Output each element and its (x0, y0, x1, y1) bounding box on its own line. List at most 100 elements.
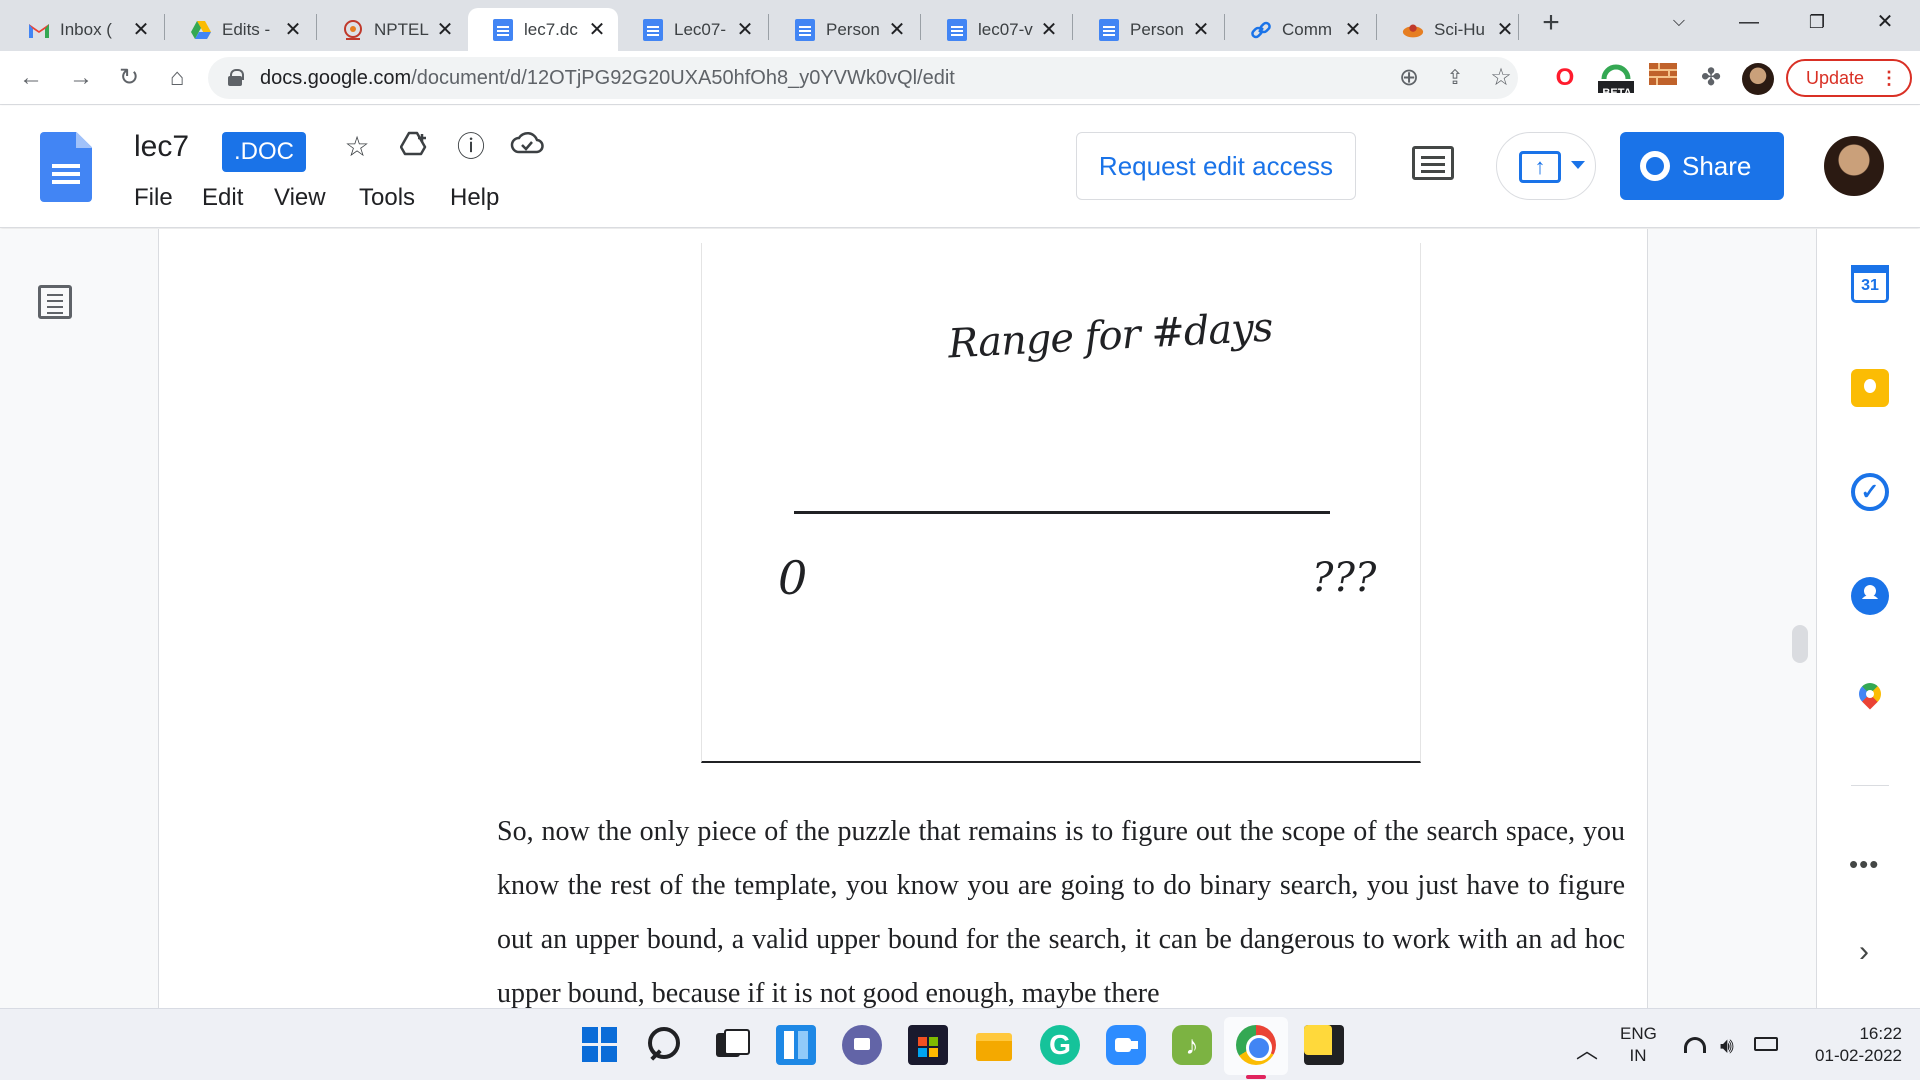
body-paragraph[interactable]: So, now the only piece of the puzzle tha… (497, 805, 1625, 1021)
more-options-icon[interactable]: ••• (1849, 849, 1879, 880)
update-label: Update (1806, 68, 1865, 88)
tab-label: Inbox ( (60, 19, 112, 39)
close-icon[interactable]: ✕ (130, 19, 152, 41)
new-tab-button[interactable]: + (1536, 8, 1566, 38)
close-icon[interactable]: ✕ (282, 19, 304, 41)
volume-icon[interactable]: 🔊︎ (1720, 1033, 1734, 1059)
tab-lec7-doc[interactable]: lec7.dc ✕ (468, 8, 618, 51)
minimize-button[interactable]: — (1726, 4, 1772, 40)
avatar[interactable] (1742, 63, 1774, 95)
menu-help[interactable]: Help (450, 184, 499, 212)
tab-label: Edits - (222, 19, 271, 39)
tab-search-button[interactable]: ⌵ (1656, 4, 1702, 40)
url-text[interactable]: docs.google.com/document/d/12OTjPG92G20U… (260, 57, 955, 99)
url-host: docs.google.com (260, 67, 412, 89)
tab-lec07[interactable]: Lec07- ✕ (618, 8, 766, 51)
back-arrow-icon[interactable]: ← (14, 61, 48, 95)
cloud-saved-icon[interactable] (510, 130, 544, 164)
task-view-icon[interactable] (712, 1025, 752, 1065)
tab-comm[interactable]: Comm ✕ (1226, 8, 1374, 51)
lock-icon[interactable] (228, 69, 244, 86)
reload-icon[interactable]: ↻ (112, 61, 146, 95)
language-indicator[interactable]: ENG IN (1620, 1023, 1657, 1067)
vertical-scrollbar[interactable] (1792, 625, 1808, 663)
grammarly-icon[interactable]: G (1040, 1025, 1080, 1065)
teams-chat-icon[interactable] (842, 1025, 882, 1065)
close-icon[interactable]: ✕ (734, 19, 756, 41)
sticky-notes-icon[interactable] (1304, 1025, 1344, 1065)
gmail-icon (28, 19, 50, 41)
zoom-icon[interactable]: ⊕ (1392, 61, 1426, 95)
maps-icon[interactable] (1851, 681, 1889, 719)
globe-icon (1640, 151, 1670, 181)
google-docs-icon (794, 18, 816, 41)
google-docs-icon (492, 18, 514, 41)
file-type-badge: .DOC (222, 132, 306, 172)
tasks-icon[interactable]: ✓ (1851, 473, 1889, 511)
present-button[interactable]: ↑ (1496, 132, 1596, 200)
update-button[interactable]: Update ⋮ (1786, 59, 1912, 97)
chevron-up-icon[interactable]: ︿ (1576, 1033, 1598, 1065)
home-icon[interactable]: ⌂ (160, 61, 194, 95)
file-explorer-icon[interactable] (974, 1025, 1014, 1065)
address-bar[interactable]: docs.google.com/document/d/12OTjPG92G20U… (208, 57, 1518, 99)
avatar[interactable] (1824, 136, 1884, 196)
widgets-icon[interactable] (776, 1025, 816, 1065)
chevron-right-icon[interactable]: › (1859, 935, 1869, 969)
google-docs-logo-icon[interactable] (40, 132, 92, 202)
tab-gmail[interactable]: Inbox ( ✕ (4, 8, 162, 51)
tab-person-2[interactable]: Person ✕ (1074, 8, 1222, 51)
close-icon[interactable]: ✕ (1342, 19, 1364, 41)
calendar-icon[interactable]: 31 (1851, 265, 1889, 303)
search-icon[interactable] (644, 1025, 684, 1065)
contacts-icon[interactable] (1851, 577, 1889, 615)
restore-button[interactable]: ❐ (1794, 4, 1840, 40)
tab-person-1[interactable]: Person ✕ (770, 8, 918, 51)
clock[interactable]: 16:22 01-02-2022 (1790, 1023, 1902, 1067)
battery-icon[interactable] (1754, 1037, 1778, 1051)
tab-edits[interactable]: Edits - ✕ (166, 8, 314, 51)
move-to-drive-icon[interactable] (398, 130, 432, 164)
share-button[interactable]: Share (1620, 132, 1784, 200)
close-window-button[interactable]: ✕ (1862, 4, 1908, 40)
tab-divider (164, 14, 165, 40)
opera-icon[interactable]: O (1548, 61, 1582, 95)
microsoft-store-icon[interactable] (908, 1025, 948, 1065)
request-edit-access-button[interactable]: Request edit access (1076, 132, 1356, 200)
google-docs-icon (946, 18, 968, 41)
comment-history-icon[interactable] (1412, 146, 1454, 180)
tab-divider (1224, 14, 1225, 40)
tab-nptel[interactable]: NPTEL ✕ (318, 8, 466, 51)
share-page-icon[interactable]: ⇪ (1438, 61, 1472, 95)
document-outline-icon[interactable] (38, 285, 72, 319)
close-icon[interactable]: ✕ (1038, 19, 1060, 41)
close-icon[interactable]: ✕ (886, 19, 908, 41)
close-icon[interactable]: ✕ (434, 19, 456, 41)
menu-file[interactable]: File (134, 184, 173, 212)
tab-sci-hub[interactable]: Sci-Hu ✕ (1378, 8, 1526, 51)
menu-edit[interactable]: Edit (202, 184, 243, 212)
wifi-icon[interactable] (1684, 1037, 1706, 1053)
info-icon[interactable]: ⓘ (454, 130, 488, 164)
close-icon[interactable]: ✕ (1494, 19, 1516, 41)
close-icon[interactable]: ✕ (1190, 19, 1212, 41)
extensions-puzzle-icon[interactable]: ✤ (1694, 61, 1728, 95)
document-title[interactable]: lec7 (134, 130, 189, 164)
browser-tab-strip: Inbox ( ✕ Edits - ✕ NPTEL ✕ lec7.dc ✕ Le… (0, 0, 1920, 51)
chrome-icon[interactable] (1236, 1025, 1276, 1065)
music-app-icon[interactable]: ♪ (1172, 1025, 1212, 1065)
keep-icon[interactable] (1851, 369, 1889, 407)
chevron-down-icon (1571, 161, 1585, 169)
menu-tools[interactable]: Tools (359, 184, 415, 212)
wall-extension-icon[interactable] (1646, 61, 1680, 95)
star-icon[interactable]: ☆ (340, 130, 374, 164)
windows-start-icon[interactable] (580, 1025, 620, 1065)
forward-arrow-icon[interactable]: → (64, 61, 98, 95)
tab-divider (1376, 14, 1377, 40)
document-page: Range for #days 0 ??? So, now the only p… (158, 229, 1648, 1009)
zoom-icon[interactable] (1106, 1025, 1146, 1065)
close-icon[interactable]: ✕ (586, 19, 608, 41)
tab-lec07-v[interactable]: lec07-v ✕ (922, 8, 1070, 51)
bookmark-star-icon[interactable]: ☆ (1484, 61, 1518, 95)
menu-view[interactable]: View (274, 184, 326, 212)
